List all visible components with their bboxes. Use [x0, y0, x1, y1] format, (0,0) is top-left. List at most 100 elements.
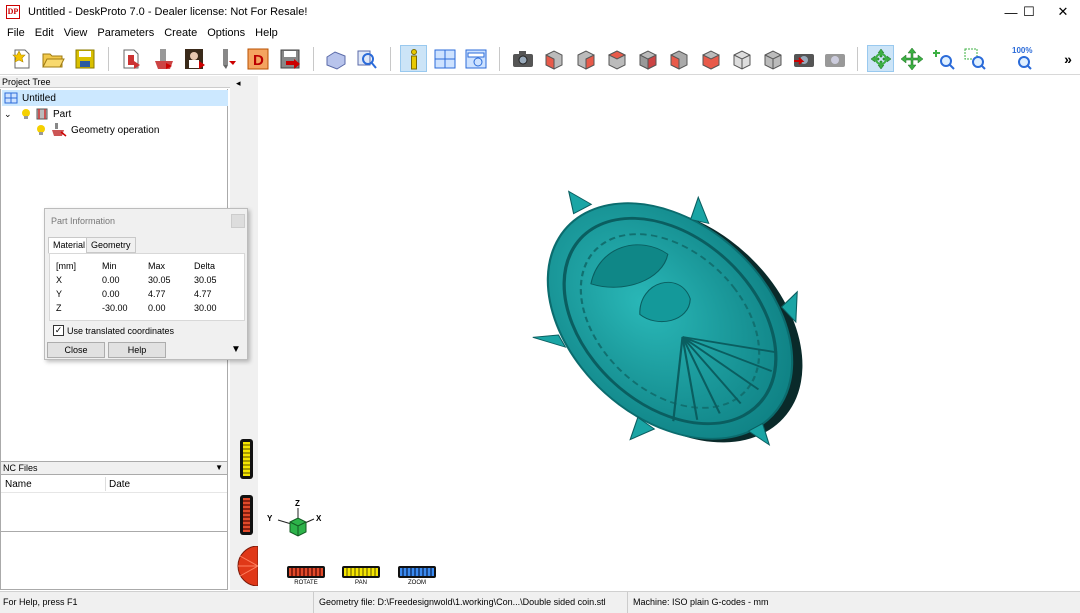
nc-column-name[interactable]: Name: [5, 479, 32, 490]
menu-options[interactable]: Options: [202, 24, 250, 43]
pan-button[interactable]: [898, 45, 925, 72]
part-information-title: Part Information: [51, 216, 116, 226]
view-front-button[interactable]: [540, 45, 567, 72]
save-nc-button[interactable]: [276, 45, 303, 72]
preview-button[interactable]: [353, 45, 380, 72]
status-help: For Help, press F1: [0, 592, 314, 613]
rotate-button[interactable]: [867, 45, 894, 72]
menu-help[interactable]: Help: [250, 24, 283, 43]
help-button[interactable]: Help: [108, 342, 166, 358]
nc-files-title: NC Files: [3, 463, 38, 473]
toolbar-overflow-button[interactable]: »: [1058, 45, 1078, 72]
info-icon: [410, 48, 417, 69]
redo-view-icon: [824, 53, 845, 67]
machine-wizard-button[interactable]: [181, 45, 208, 72]
zoom-100-label: 100%: [1012, 46, 1032, 55]
menu-file[interactable]: File: [2, 24, 30, 43]
coin-model[interactable]: [258, 76, 1080, 590]
design-button[interactable]: D: [244, 45, 271, 72]
tree-item-part-label: Part: [53, 108, 72, 120]
yellow-slider-knob[interactable]: [240, 439, 253, 479]
zoom-mode-label: ZOOM: [408, 580, 426, 586]
close-dialog-button[interactable]: Close: [47, 342, 105, 358]
open-project-button[interactable]: [39, 45, 66, 72]
zoom-icon: [932, 49, 955, 70]
project-icon: [4, 92, 18, 104]
view-left-button[interactable]: [603, 45, 630, 72]
rotate-mode-control[interactable]: ROTATE: [287, 566, 325, 588]
view-iso2-button[interactable]: [759, 45, 786, 72]
translated-coordinates-checkbox[interactable]: ✓: [53, 325, 64, 336]
info-button[interactable]: [400, 45, 427, 72]
dim-z-axis: Z: [56, 303, 62, 313]
view-bottom-icon: [702, 49, 719, 70]
dim-x-min: 0.00: [102, 275, 120, 285]
tab-geometry[interactable]: Geometry: [86, 237, 136, 253]
menu-parameters[interactable]: Parameters: [92, 24, 159, 43]
dim-header-min: Min: [102, 261, 117, 271]
tab-material[interactable]: Material: [48, 237, 91, 254]
view-iso-button[interactable]: [728, 45, 755, 72]
dim-y-max: 4.77: [148, 289, 166, 299]
lightbulb-icon[interactable]: [20, 108, 32, 120]
save-project-button[interactable]: [71, 45, 98, 72]
tree-item-operation[interactable]: Geometry operation: [35, 122, 159, 138]
3d-viewport[interactable]: Z Y X ROTATE PAN ZOOM: [258, 76, 1080, 590]
translated-coordinates-label[interactable]: Use translated coordinates: [67, 326, 174, 336]
import-geometry-button[interactable]: [118, 45, 145, 72]
dim-z-delta: 30.00: [194, 303, 217, 313]
new-project-icon: [11, 49, 29, 68]
pan-mode-control[interactable]: PAN: [342, 566, 380, 588]
new-project-button[interactable]: [8, 45, 35, 72]
zoom-button[interactable]: [930, 45, 957, 72]
expand-dialog-icon[interactable]: ▼: [231, 344, 241, 355]
calculate-icon: [326, 50, 345, 70]
status-machine: Machine: ISO plain G-codes - mm: [633, 597, 769, 607]
preview-icon: [357, 50, 377, 69]
dim-y-min: 0.00: [102, 289, 120, 299]
redo-view-button[interactable]: [821, 45, 848, 72]
nc-files-dropdown-icon[interactable]: ▼: [215, 462, 223, 474]
nc-files-header: NC Files ▼: [0, 461, 228, 475]
view-top-button[interactable]: [665, 45, 692, 72]
view-back-button[interactable]: [572, 45, 599, 72]
zoom-all-icon: 100%: [1012, 46, 1032, 70]
tool-button[interactable]: [213, 45, 240, 72]
geometry-operation-wizard-button[interactable]: [150, 45, 177, 72]
nc-column-date[interactable]: Date: [109, 479, 130, 490]
app-icon: DP: [6, 5, 20, 19]
red-slider-knob[interactable]: [240, 495, 253, 535]
dimensions-table: [mm] Min Max Delta X 0.00 30.05 30.05 Y …: [49, 253, 245, 321]
rotate-mode-label: ROTATE: [294, 580, 318, 586]
dim-header-max: Max: [148, 261, 166, 271]
open-project-icon: [41, 53, 65, 67]
part-information-dialog: Part Information Material Geometry [mm] …: [44, 208, 248, 360]
tree-item-project-label: Untitled: [22, 92, 56, 104]
collapse-panel-arrow[interactable]: ◂: [236, 78, 241, 89]
part-information-close-icon[interactable]: [231, 214, 245, 228]
zoom-all-button[interactable]: 100%: [1008, 45, 1040, 72]
import-geometry-icon: [123, 49, 140, 69]
tree-item-part[interactable]: ⌄ Part: [4, 106, 71, 122]
lightbulb-icon[interactable]: [35, 124, 47, 136]
calculate-button[interactable]: [322, 45, 349, 72]
viewport-button[interactable]: [462, 45, 489, 72]
menu-create[interactable]: Create: [159, 24, 202, 43]
undo-view-button[interactable]: [790, 45, 817, 72]
zoom-window-icon: [964, 48, 986, 70]
zoom-mode-control[interactable]: ZOOM: [398, 566, 436, 588]
split-view-button[interactable]: [431, 45, 458, 72]
menu-view[interactable]: View: [59, 24, 93, 43]
view-back-icon: [577, 49, 594, 70]
tree-item-project[interactable]: Untitled: [2, 90, 228, 106]
menu-edit[interactable]: Edit: [30, 24, 59, 43]
view-bottom-button[interactable]: [697, 45, 724, 72]
snapshot-button[interactable]: [509, 45, 536, 72]
viewport-icon: [465, 49, 486, 68]
close-button[interactable]: ✕: [1040, 0, 1080, 24]
split-view-icon: [434, 49, 455, 68]
collapse-chevron-icon[interactable]: ⌄: [4, 109, 16, 120]
menu-bar: File Edit View Parameters Create Options…: [0, 24, 1080, 43]
zoom-window-button[interactable]: [961, 45, 988, 72]
view-right-button[interactable]: [634, 45, 661, 72]
